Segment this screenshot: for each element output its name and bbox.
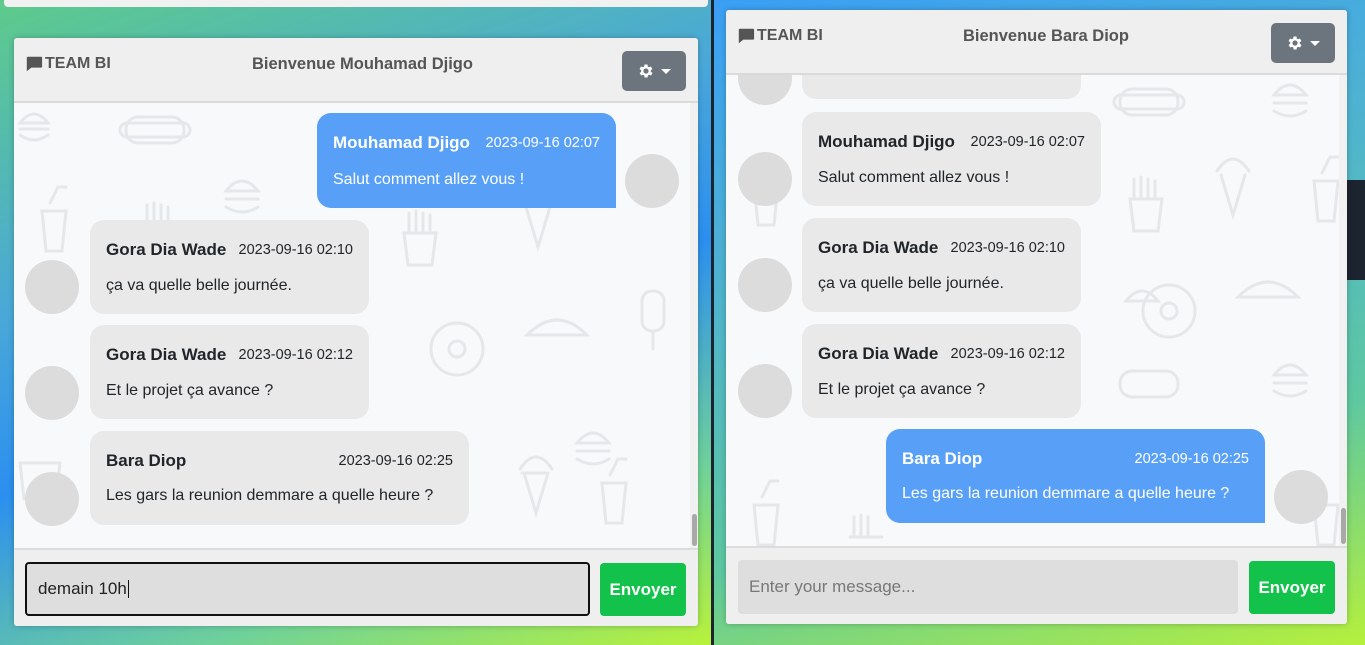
chevron-down-icon — [661, 68, 671, 74]
welcome-title: Bienvenue Bara Diop — [963, 27, 1129, 45]
avatar — [738, 152, 792, 206]
message-time: 2023-09-16 02:12 — [238, 347, 354, 363]
avatar — [25, 366, 79, 420]
avatar — [25, 260, 79, 314]
message-bubble: Mouhamad Djigo 2023-09-16 02:07 Salut co… — [802, 112, 1101, 206]
message-sender: Mouhamad Djigo — [333, 133, 470, 152]
message-text: Salut comment allez vous ! — [818, 169, 1010, 186]
message-bubble: Gora Dia Wade 2023-09-16 02:12 Et le pro… — [802, 324, 1081, 418]
message-input-placeholder: Enter your message... — [749, 577, 916, 596]
text-cursor — [127, 580, 129, 598]
message-text: Et le projet ça avance ? — [106, 382, 274, 399]
message-time: 2023-09-16 02:10 — [950, 240, 1066, 256]
gear-icon — [639, 64, 653, 78]
brand: TEAM BI — [25, 55, 111, 73]
message-sender: Gora Dia Wade — [106, 240, 227, 259]
chat-bubble-icon — [738, 28, 755, 44]
message-input[interactable]: demain 10h — [25, 562, 590, 616]
message-text: ça va quelle belle journée. — [818, 275, 1004, 292]
message-bubble: Gora Dia Wade 2023-09-16 02:10 ça va que… — [90, 220, 369, 314]
message-time: 2023-09-16 02:07 — [485, 135, 601, 151]
message-bubble: Mouhamad Djigo 2023-09-16 02:07 Salut co… — [317, 113, 616, 208]
send-button[interactable]: Envoyer — [600, 563, 686, 616]
message-text: Les gars la reunion demmare a quelle heu… — [106, 487, 434, 504]
window-divider — [711, 0, 714, 645]
brand-name: TEAM BI — [45, 55, 111, 72]
message-sender: Gora Dia Wade — [818, 344, 939, 363]
message-time: 2023-09-16 02:12 — [950, 346, 1066, 362]
message-bubble: Bara Diop 2023-09-16 02:25 Les gars la r… — [90, 431, 469, 525]
chat-panel-right: ssdd Mouhamad Djigo 2023-09-16 02:07 Sal… — [726, 10, 1347, 624]
scrollbar-thumb[interactable] — [692, 514, 697, 546]
chat-footer: demain 10h Envoyer — [14, 548, 698, 626]
avatar — [738, 364, 792, 418]
avatar — [1274, 470, 1328, 524]
message-time: 2023-09-16 02:10 — [238, 242, 354, 258]
welcome-title: Bienvenue Mouhamad Djigo — [252, 55, 473, 73]
message-text: ça va quelle belle journée. — [106, 277, 292, 294]
top-panel-strip — [4, 0, 708, 7]
chat-header: TEAM BI Bienvenue Bara Diop — [726, 10, 1347, 75]
message-bubble: Bara Diop 2023-09-16 02:25 Les gars la r… — [886, 429, 1265, 523]
settings-dropdown-button[interactable] — [622, 51, 686, 91]
chat-panel-left: Mouhamad Djigo 2023-09-16 02:07 Salut co… — [14, 38, 698, 626]
message-bubble: ssdd — [802, 75, 1081, 99]
message-text: Les gars la reunion demmare a quelle heu… — [902, 485, 1230, 502]
messages-scrollbar[interactable] — [1339, 75, 1347, 546]
message-input[interactable]: Enter your message... — [738, 560, 1238, 614]
messages-area[interactable]: ssdd Mouhamad Djigo 2023-09-16 02:07 Sal… — [726, 75, 1347, 546]
message-sender: Bara Diop — [106, 451, 187, 470]
chat-header: TEAM BI Bienvenue Mouhamad Djigo — [14, 38, 698, 103]
chat-footer: Enter your message... Envoyer — [726, 546, 1347, 624]
message-bubble: Gora Dia Wade 2023-09-16 02:12 Et le pro… — [90, 325, 369, 419]
message-text: Salut comment allez vous ! — [333, 171, 525, 188]
avatar — [625, 154, 679, 208]
settings-dropdown-button[interactable] — [1271, 23, 1335, 63]
message-text: Et le projet ça avance ? — [818, 381, 986, 398]
message-sender: Gora Dia Wade — [106, 345, 227, 364]
window-edge — [1347, 180, 1365, 280]
scrollbar-thumb[interactable] — [1341, 508, 1346, 544]
chat-bubble-icon — [26, 56, 43, 72]
messages-scrollbar[interactable] — [690, 103, 698, 548]
message-time: 2023-09-16 02:25 — [338, 453, 454, 469]
message-sender: Gora Dia Wade — [818, 238, 939, 257]
brand-name: TEAM BI — [757, 27, 823, 44]
message-bubble: Gora Dia Wade 2023-09-16 02:10 ça va que… — [802, 218, 1081, 312]
avatar — [738, 258, 792, 312]
chevron-down-icon — [1310, 40, 1320, 46]
message-time: 2023-09-16 02:07 — [970, 134, 1086, 150]
message-sender: Mouhamad Djigo — [818, 132, 955, 151]
messages-area[interactable]: Mouhamad Djigo 2023-09-16 02:07 Salut co… — [14, 103, 698, 548]
send-button[interactable]: Envoyer — [1249, 561, 1335, 614]
message-sender: Bara Diop — [902, 449, 983, 468]
brand: TEAM BI — [737, 27, 823, 45]
avatar — [25, 472, 79, 526]
message-time: 2023-09-16 02:25 — [1134, 451, 1250, 467]
gear-icon — [1288, 36, 1302, 50]
message-input-value: demain 10h — [38, 579, 127, 598]
